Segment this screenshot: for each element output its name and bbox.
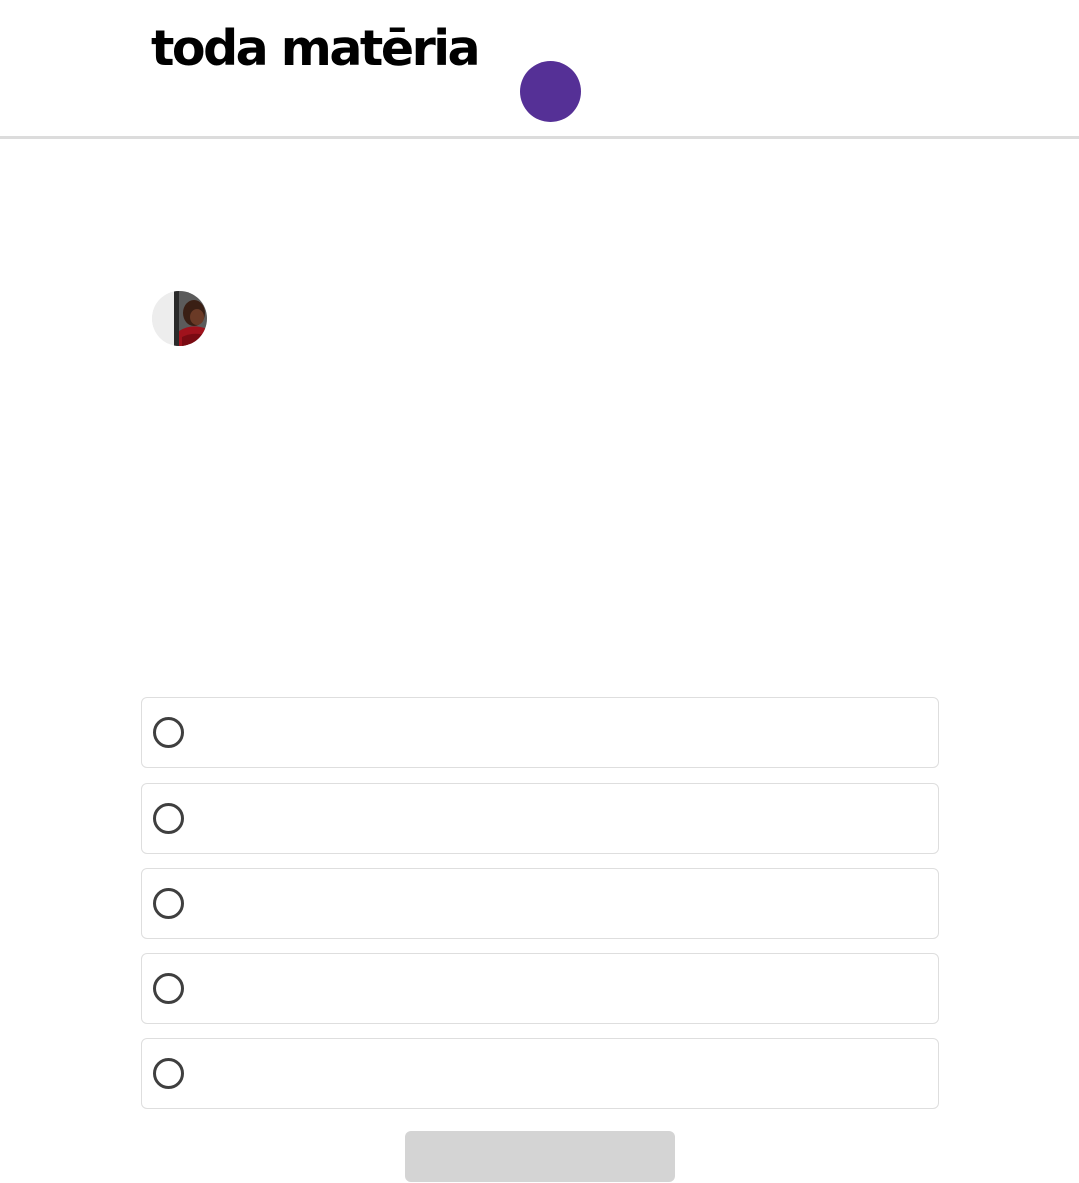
radio-button[interactable] — [153, 973, 184, 1004]
radio-button[interactable] — [153, 1058, 184, 1089]
site-header: toda matēria — [0, 0, 1079, 139]
answer-option[interactable] — [141, 697, 939, 768]
answer-option[interactable] — [141, 953, 939, 1024]
answer-option[interactable] — [141, 1038, 939, 1109]
radio-button[interactable] — [153, 717, 184, 748]
answer-option[interactable] — [141, 783, 939, 854]
submit-answer-button[interactable] — [405, 1131, 675, 1182]
menu-button[interactable] — [520, 61, 581, 122]
answer-option[interactable] — [141, 868, 939, 939]
site-logo[interactable]: toda matēria — [151, 22, 481, 76]
radio-button[interactable] — [153, 803, 184, 834]
radio-button[interactable] — [153, 888, 184, 919]
author-photo-icon — [152, 291, 207, 346]
author-avatar — [152, 291, 207, 346]
